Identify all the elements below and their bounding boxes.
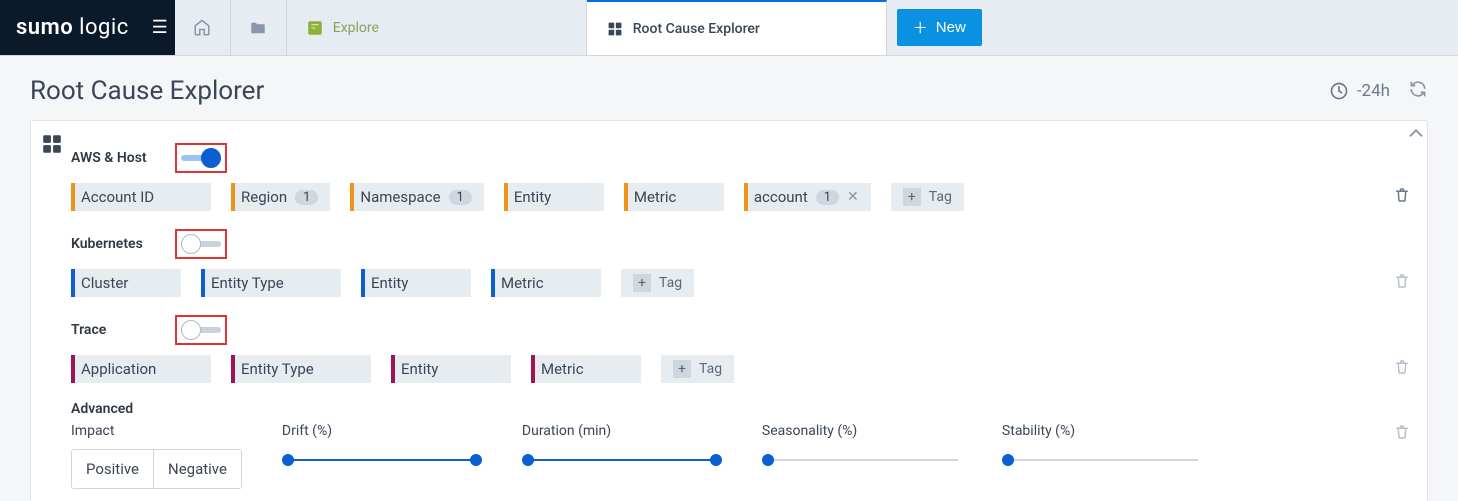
chip-trace-metric[interactable]: Metric <box>531 355 641 383</box>
delete-k8s-row[interactable] <box>1393 272 1411 294</box>
k8s-chips-row: Cluster Entity Type Entity Metric +Tag <box>71 269 1411 297</box>
section-trace-header: Trace <box>71 315 1411 345</box>
section-advanced-label: Advanced <box>71 401 163 417</box>
impact-control: Impact Positive Negative <box>71 423 242 489</box>
refresh-button[interactable] <box>1408 79 1428 103</box>
add-tag-aws[interactable]: +Tag <box>891 183 964 211</box>
new-button[interactable]: ＋ New <box>897 9 982 46</box>
home-button[interactable] <box>175 0 231 55</box>
chip-account-filter[interactable]: account1✕ <box>744 183 871 211</box>
chip-aws-entity[interactable]: Entity <box>504 183 604 211</box>
remove-icon[interactable]: ✕ <box>847 189 859 205</box>
trash-icon <box>1393 186 1411 204</box>
impact-positive-button[interactable]: Positive <box>72 450 153 488</box>
advanced-controls-row: Impact Positive Negative Drift (%) Durat… <box>71 423 1411 489</box>
home-icon <box>193 19 211 37</box>
toggle-k8s-highlight <box>175 229 227 259</box>
section-trace-label: Trace <box>71 322 131 338</box>
main-menu-button[interactable]: ☰ <box>145 0 175 55</box>
chip-cluster[interactable]: Cluster <box>71 269 181 297</box>
aws-chips-row: Account ID Region1 Namespace1 Entity Met… <box>71 183 1411 211</box>
delete-advanced-row[interactable] <box>1393 423 1411 445</box>
toggle-trace-highlight <box>175 315 227 345</box>
chip-trace-entity-type[interactable]: Entity Type <box>231 355 371 383</box>
clock-icon <box>1329 81 1349 101</box>
toggle-k8s[interactable] <box>181 233 221 255</box>
section-advanced-header: Advanced <box>71 401 1411 417</box>
add-tag-trace[interactable]: +Tag <box>661 355 734 383</box>
slider-seasonality-label: Seasonality (%) <box>762 423 962 439</box>
page-title: Root Cause Explorer <box>30 76 1329 106</box>
chip-k8s-entity[interactable]: Entity <box>361 269 471 297</box>
delete-trace-row[interactable] <box>1393 358 1411 380</box>
slider-stability-label: Stability (%) <box>1002 423 1202 439</box>
plus-icon: + <box>673 360 691 378</box>
section-k8s-header: Kubernetes <box>71 229 1411 259</box>
panel-icon-gutter <box>31 121 71 501</box>
explore-icon <box>307 20 323 36</box>
tab-explore[interactable]: Explore <box>287 0 587 55</box>
impact-toggle-group: Positive Negative <box>71 449 242 489</box>
slider-seasonality[interactable]: Seasonality (%) <box>762 423 962 463</box>
plus-icon: + <box>903 188 921 206</box>
chip-k8s-metric[interactable]: Metric <box>491 269 601 297</box>
tab-explore-label: Explore <box>333 20 379 36</box>
add-tag-k8s[interactable]: +Tag <box>621 269 694 297</box>
impact-label: Impact <box>71 423 242 439</box>
top-nav: sumo logic ☰ Explore Root Cause Explorer… <box>0 0 1458 56</box>
brand-logo: sumo logic <box>0 0 145 55</box>
chip-trace-entity[interactable]: Entity <box>391 355 511 383</box>
trash-icon <box>1393 423 1411 441</box>
plus-icon: + <box>633 274 651 292</box>
tab-root-cause-explorer[interactable]: Root Cause Explorer <box>587 0 887 55</box>
page-header: Root Cause Explorer -24h <box>0 56 1458 120</box>
time-range-label: -24h <box>1357 81 1390 101</box>
trash-icon <box>1393 272 1411 290</box>
tab-rce-label: Root Cause Explorer <box>633 21 760 37</box>
section-aws-header: AWS & Host <box>71 143 1411 173</box>
toggle-aws-highlight <box>175 143 227 173</box>
rce-icon <box>607 21 623 37</box>
trace-chips-row: Application Entity Type Entity Metric +T… <box>71 355 1411 383</box>
plus-icon: ＋ <box>913 17 928 38</box>
chip-namespace[interactable]: Namespace1 <box>350 183 483 211</box>
impact-negative-button[interactable]: Negative <box>153 450 241 488</box>
library-button[interactable] <box>231 0 287 55</box>
slider-stability[interactable]: Stability (%) <box>1002 423 1202 463</box>
chip-application[interactable]: Application <box>71 355 211 383</box>
section-aws-label: AWS & Host <box>71 150 163 166</box>
collapse-panel-button[interactable] <box>1405 123 1427 149</box>
chip-region[interactable]: Region1 <box>231 183 330 211</box>
slider-drift[interactable]: Drift (%) <box>282 423 482 463</box>
new-button-label: New <box>936 19 966 36</box>
delete-aws-row[interactable] <box>1393 186 1411 208</box>
dice-icon <box>41 133 63 155</box>
trash-icon <box>1393 358 1411 376</box>
chevron-up-icon <box>1405 123 1427 145</box>
brand-name-a: sumo <box>16 15 73 40</box>
toggle-aws[interactable] <box>181 147 221 169</box>
toggle-trace[interactable] <box>181 319 221 341</box>
filters-panel: AWS & Host Account ID Region1 Namespace1… <box>30 120 1428 501</box>
chip-k8s-entity-type[interactable]: Entity Type <box>201 269 341 297</box>
slider-duration[interactable]: Duration (min) <box>522 423 722 463</box>
brand-name-b: logic <box>79 15 129 40</box>
chip-aws-metric[interactable]: Metric <box>624 183 724 211</box>
section-k8s-label: Kubernetes <box>71 236 163 252</box>
time-range-picker[interactable]: -24h <box>1329 81 1390 101</box>
slider-drift-label: Drift (%) <box>282 423 482 439</box>
slider-duration-label: Duration (min) <box>522 423 722 439</box>
refresh-icon <box>1408 79 1428 99</box>
chip-account-id[interactable]: Account ID <box>71 183 211 211</box>
folder-icon <box>249 19 267 37</box>
